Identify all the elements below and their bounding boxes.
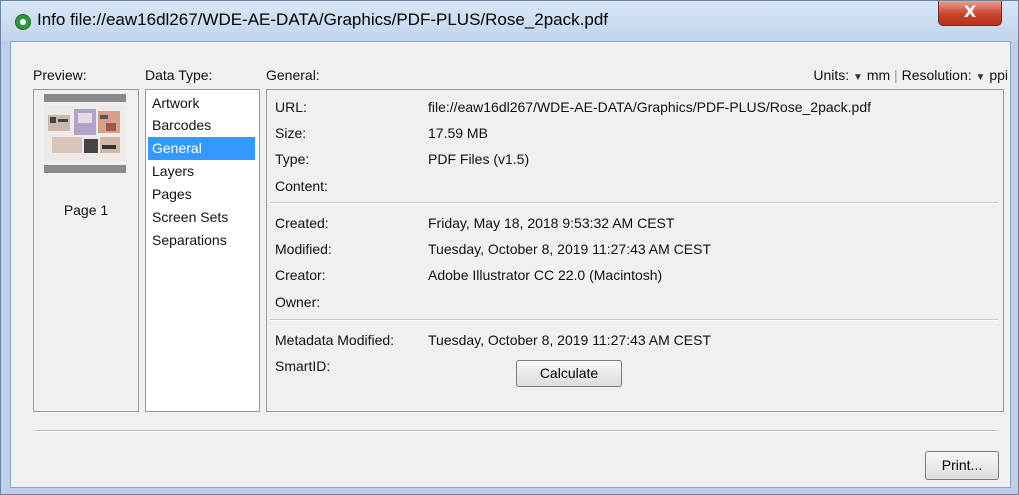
thumbnail-top-bar <box>44 94 126 102</box>
creator-label: Creator: <box>275 267 326 283</box>
units-value: mm <box>866 67 891 83</box>
calculate-button[interactable]: Calculate <box>516 360 622 387</box>
url-label: URL: <box>275 99 307 115</box>
content-label: Content: <box>275 178 328 194</box>
modified-value: Tuesday, October 8, 2019 11:27:43 AM CES… <box>428 241 712 257</box>
metadata-modified-value: Tuesday, October 8, 2019 11:27:43 AM CES… <box>428 332 712 348</box>
data-type-item-layers[interactable]: Layers <box>148 160 255 183</box>
data-type-item-separations[interactable]: Separations <box>148 229 255 252</box>
chevron-down-icon: ▼ <box>975 72 986 83</box>
section-divider <box>270 319 998 321</box>
print-button[interactable]: Print... <box>925 451 999 480</box>
preview-panel: Page 1 <box>33 89 139 412</box>
size-value: 17.59 MB <box>428 125 488 141</box>
units-dropdown[interactable]: ▼ mm <box>853 67 890 83</box>
title-bar[interactable]: Info file://eaw16dl267/WDE-AE-DATA/Graph… <box>1 1 1018 41</box>
data-type-list: Artwork Barcodes General Layers Pages Sc… <box>145 89 260 412</box>
data-type-item-barcodes[interactable]: Barcodes <box>148 114 255 137</box>
data-type-header: Data Type: <box>145 67 213 83</box>
size-label: Size: <box>275 125 307 141</box>
data-type-item-general[interactable]: General <box>148 137 255 160</box>
data-type-item-artwork[interactable]: Artwork <box>148 92 255 115</box>
url-value: file://eaw16dl267/WDE-AE-DATA/Graphics/P… <box>428 99 871 115</box>
page-label: Page 1 <box>63 202 109 218</box>
data-type-item-pages[interactable]: Pages <box>148 183 255 206</box>
created-label: Created: <box>275 215 329 231</box>
units-resolution-bar: Units: ▼ mm | Resolution: ▼ ppi <box>813 67 1008 83</box>
resolution-dropdown[interactable]: ▼ ppi <box>976 67 1008 83</box>
app-icon <box>15 14 31 30</box>
dialog-body: Preview: Data Type: General: Units: ▼ mm… <box>10 41 1011 488</box>
metadata-modified-label: Metadata Modified: <box>275 332 395 348</box>
section-divider <box>270 202 998 204</box>
preview-header: Preview: <box>33 67 87 83</box>
chevron-down-icon: ▼ <box>853 72 863 83</box>
general-panel: URL: file://eaw16dl267/WDE-AE-DATA/Graph… <box>266 89 1004 412</box>
general-header: General: <box>266 67 320 83</box>
resolution-label: Resolution: <box>901 67 972 83</box>
modified-label: Modified: <box>275 241 332 257</box>
info-window: Info file://eaw16dl267/WDE-AE-DATA/Graph… <box>0 0 1019 495</box>
type-label: Type: <box>275 151 310 167</box>
units-label: Units: <box>813 67 850 83</box>
type-value: PDF Files (v1.5) <box>428 151 530 167</box>
footer-divider <box>35 430 997 432</box>
thumbnail-image <box>44 105 126 161</box>
data-type-item-screen-sets[interactable]: Screen Sets <box>148 206 255 229</box>
close-button[interactable]: X <box>938 1 1002 26</box>
window-title: Info file://eaw16dl267/WDE-AE-DATA/Graph… <box>37 10 608 29</box>
divider: | <box>894 67 898 83</box>
page-thumbnail[interactable] <box>34 90 138 200</box>
creator-value: Adobe Illustrator CC 22.0 (Macintosh) <box>428 267 663 283</box>
thumbnail-bottom-bar <box>44 165 126 173</box>
created-value: Friday, May 18, 2018 9:53:32 AM CEST <box>428 215 675 231</box>
owner-label: Owner: <box>275 294 321 310</box>
smartid-label: SmartID: <box>275 358 331 374</box>
resolution-value: ppi <box>989 67 1008 83</box>
